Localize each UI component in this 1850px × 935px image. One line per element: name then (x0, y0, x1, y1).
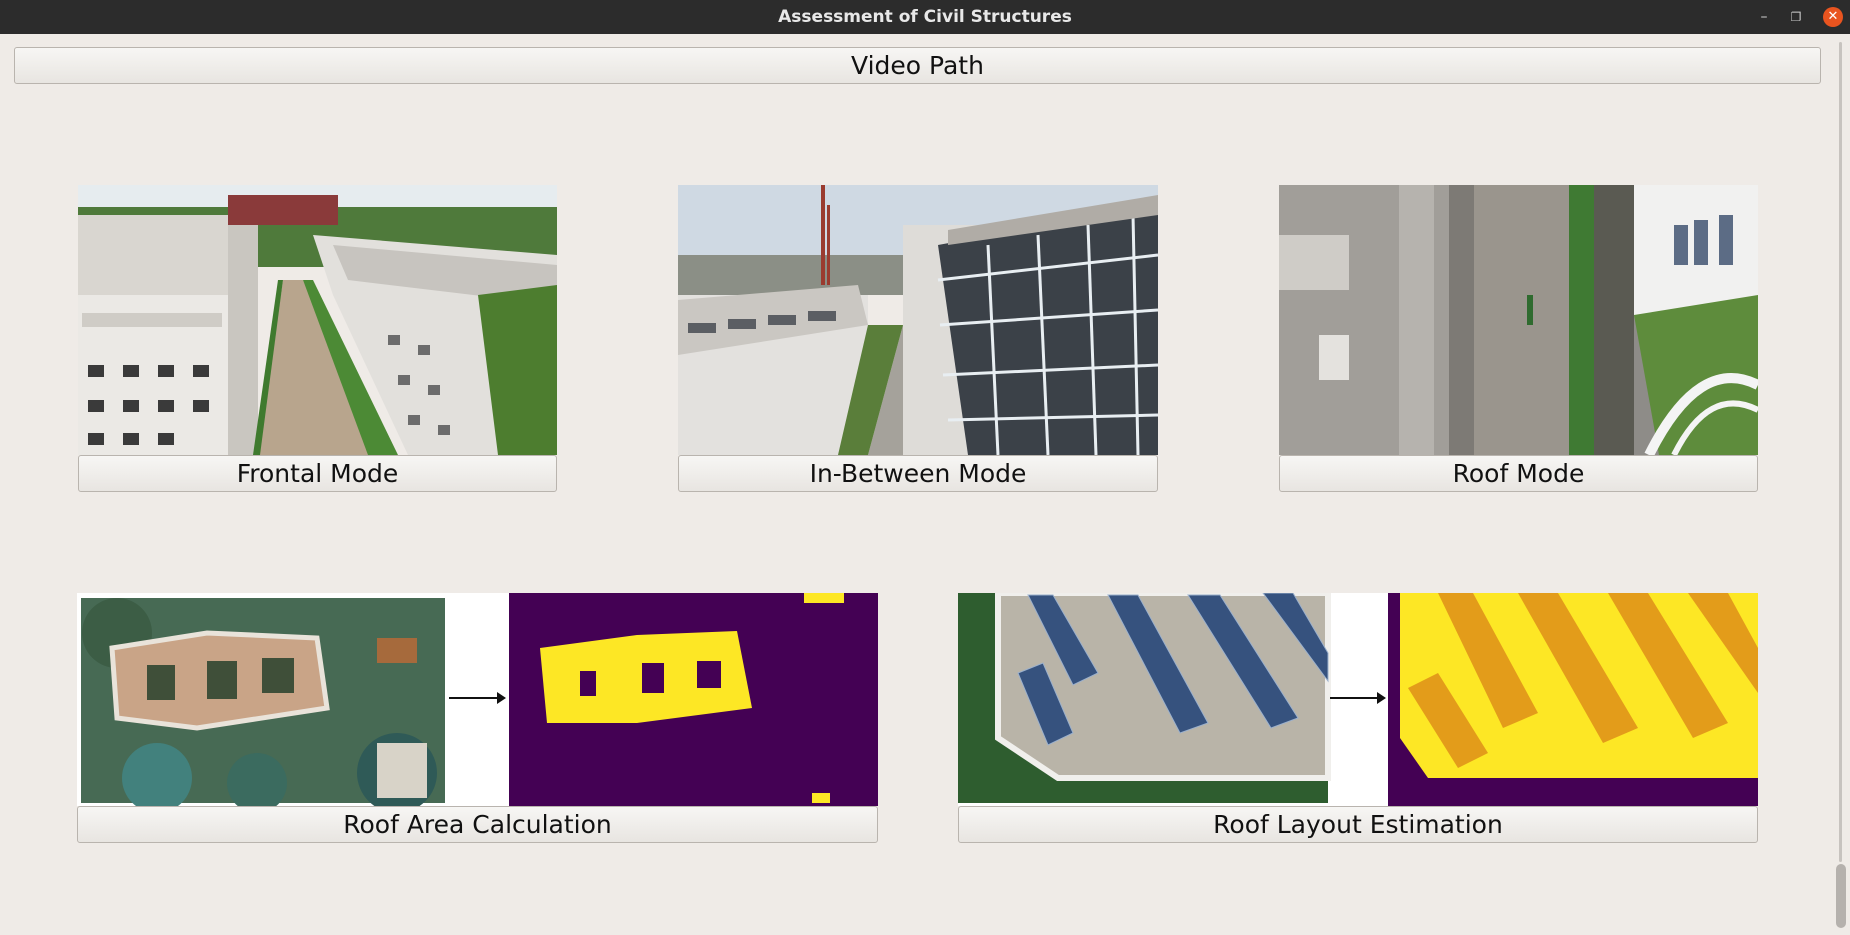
frontal-mode-preview (78, 185, 557, 455)
scrollbar-thumb[interactable] (1836, 864, 1846, 928)
roof-layout-estimation-button[interactable]: Roof Layout Estimation (958, 806, 1758, 843)
roof-layout-estimation-preview (958, 593, 1758, 806)
roof-layout-images (958, 593, 1758, 806)
maximize-icon[interactable]: ❐ (1784, 0, 1808, 34)
vertical-scrollbar[interactable] (1832, 34, 1850, 935)
roof-area-calculation-button[interactable]: Roof Area Calculation (77, 806, 878, 843)
in-between-mode-button[interactable]: In-Between Mode (678, 455, 1158, 492)
arrow-icon (1330, 692, 1386, 704)
frontal-mode-image (78, 185, 557, 455)
title-bar: Assessment of Civil Structures – ❐ ✕ (0, 0, 1850, 34)
video-path-button[interactable]: Video Path (14, 47, 1821, 84)
close-icon[interactable]: ✕ (1823, 7, 1843, 27)
roof-area-images (81, 593, 878, 806)
roof-area-calculation-preview (77, 593, 878, 806)
in-between-mode-preview (678, 185, 1158, 455)
frontal-mode-button[interactable]: Frontal Mode (78, 455, 557, 492)
arrow-icon (449, 692, 506, 704)
roof-mode-image (1279, 185, 1758, 455)
in-between-mode-image (678, 185, 1158, 455)
scrollbar-track[interactable] (1839, 42, 1842, 862)
roof-mode-button[interactable]: Roof Mode (1279, 455, 1758, 492)
roof-mode-preview (1279, 185, 1758, 455)
minimize-icon[interactable]: – (1752, 0, 1776, 34)
window-title: Assessment of Civil Structures (778, 7, 1072, 27)
